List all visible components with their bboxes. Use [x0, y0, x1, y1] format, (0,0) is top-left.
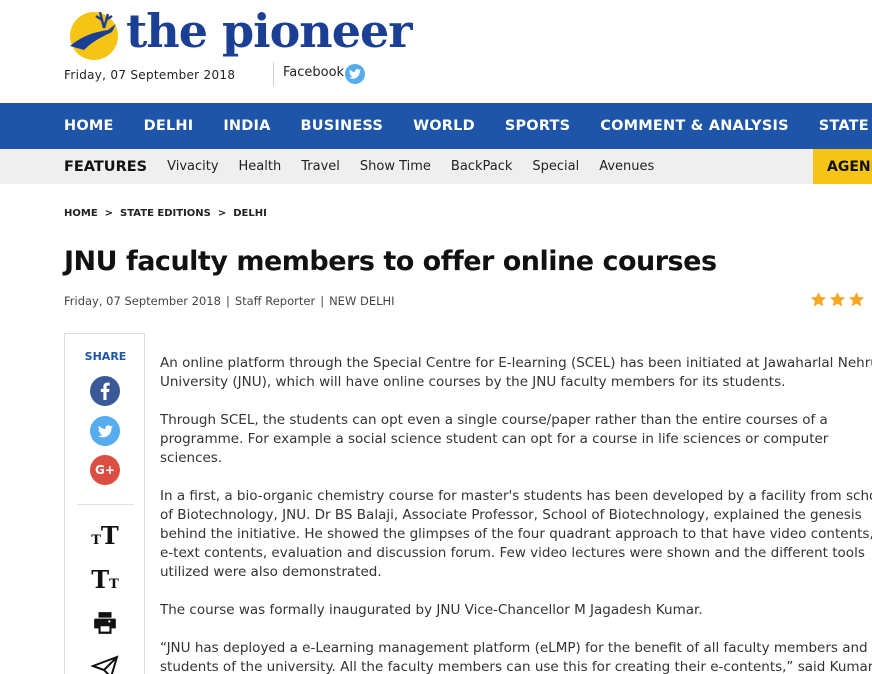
article-paragraph: An online platform through the Special C… — [160, 355, 872, 390]
nav-item-india[interactable]: INDIA — [223, 118, 270, 134]
article-meta: Friday, 07 September 2018 | Staff Report… — [64, 294, 395, 308]
article-paragraph: “JNU has deployed a e-Learning managemen… — [160, 640, 872, 674]
nav-item-state-editions[interactable]: STATE EDITIONS — [819, 118, 872, 134]
nav-item-home[interactable]: HOME — [64, 118, 114, 134]
nav-item-world[interactable]: WORLD — [413, 118, 475, 134]
breadcrumb-state-editions[interactable]: STATE EDITIONS — [120, 208, 211, 219]
article-location: NEW DELHI — [329, 294, 395, 308]
nav-item-delhi[interactable]: DELHI — [144, 118, 194, 134]
send-icon — [91, 655, 119, 674]
article-body: An online platform through the Special C… — [160, 354, 872, 674]
large-t-icon: T — [100, 521, 119, 550]
small-t-icon: T — [91, 533, 101, 548]
logo-wordmark: the pioneer — [126, 4, 413, 58]
article-paragraph: The course was formally inaugurated by J… — [160, 602, 703, 618]
meta-separator: | — [225, 294, 230, 308]
rating-stars[interactable] — [810, 291, 865, 308]
deer-logo-icon — [70, 11, 118, 60]
breadcrumb: HOME > STATE EDITIONS > DELHI — [64, 208, 267, 219]
breadcrumb-delhi[interactable]: DELHI — [233, 208, 267, 219]
twitter-icon[interactable] — [345, 64, 365, 84]
article-author: Staff Reporter — [234, 294, 316, 308]
header-date: Friday, 07 September 2018 — [64, 68, 236, 82]
article-paragraph: In a first, a bio-organic chemistry cour… — [160, 488, 872, 580]
subnav-item-show-time[interactable]: Show Time — [360, 159, 431, 174]
facebook-share-icon[interactable] — [90, 376, 120, 406]
send-button[interactable] — [85, 652, 125, 674]
star-icon[interactable] — [829, 291, 846, 308]
share-divider — [77, 504, 134, 505]
article-date: Friday, 07 September 2018 — [64, 294, 221, 308]
subnav-item-backpack[interactable]: BackPack — [451, 159, 512, 174]
agenda-button[interactable]: AGENDA — [813, 149, 872, 184]
meta-separator: | — [320, 294, 325, 308]
subnav-item-travel[interactable]: Travel — [301, 159, 340, 174]
star-icon[interactable] — [848, 291, 865, 308]
breadcrumb-separator: > — [217, 208, 227, 219]
star-icon[interactable] — [810, 291, 827, 308]
subnav-item-special[interactable]: Special — [532, 159, 579, 174]
twitter-share-icon[interactable] — [90, 416, 120, 446]
site-logo[interactable]: the pioneer — [64, 4, 413, 62]
nav-item-sports[interactable]: SPORTS — [505, 118, 570, 134]
increase-font-button[interactable]: TT — [85, 518, 125, 548]
share-sidebar: SHARE G+ TT TT — [64, 333, 145, 674]
small-t-icon: T — [109, 577, 119, 592]
share-label: SHARE — [84, 350, 127, 363]
large-t-icon: T — [91, 565, 110, 594]
print-button[interactable] — [85, 608, 125, 638]
site-header: the pioneer Friday, 07 September 2018 Fa… — [0, 0, 872, 103]
breadcrumb-separator: > — [104, 208, 114, 219]
nav-item-business[interactable]: BUSINESS — [301, 118, 384, 134]
decrease-font-button[interactable]: TT — [85, 562, 125, 592]
nav-item-comment-analysis[interactable]: COMMENT & ANALYSIS — [600, 118, 788, 134]
header-divider — [273, 62, 274, 86]
google-plus-share-icon[interactable]: G+ — [90, 455, 120, 485]
breadcrumb-home[interactable]: HOME — [64, 208, 98, 219]
subnav-item-health[interactable]: Health — [239, 159, 282, 174]
facebook-link[interactable]: Facebook — [283, 65, 344, 80]
main-navigation: HOME DELHI INDIA BUSINESS WORLD SPORTS C… — [0, 103, 872, 149]
article-title: JNU faculty members to offer online cour… — [64, 246, 717, 277]
subnav-item-avenues[interactable]: Avenues — [599, 159, 654, 174]
article-paragraph: Through SCEL, the students can opt even … — [160, 412, 829, 466]
features-label[interactable]: FEATURES — [64, 159, 147, 175]
printer-icon — [94, 612, 116, 634]
features-navigation: FEATURES Vivacity Health Travel Show Tim… — [0, 149, 872, 184]
subnav-item-vivacity[interactable]: Vivacity — [167, 159, 218, 174]
